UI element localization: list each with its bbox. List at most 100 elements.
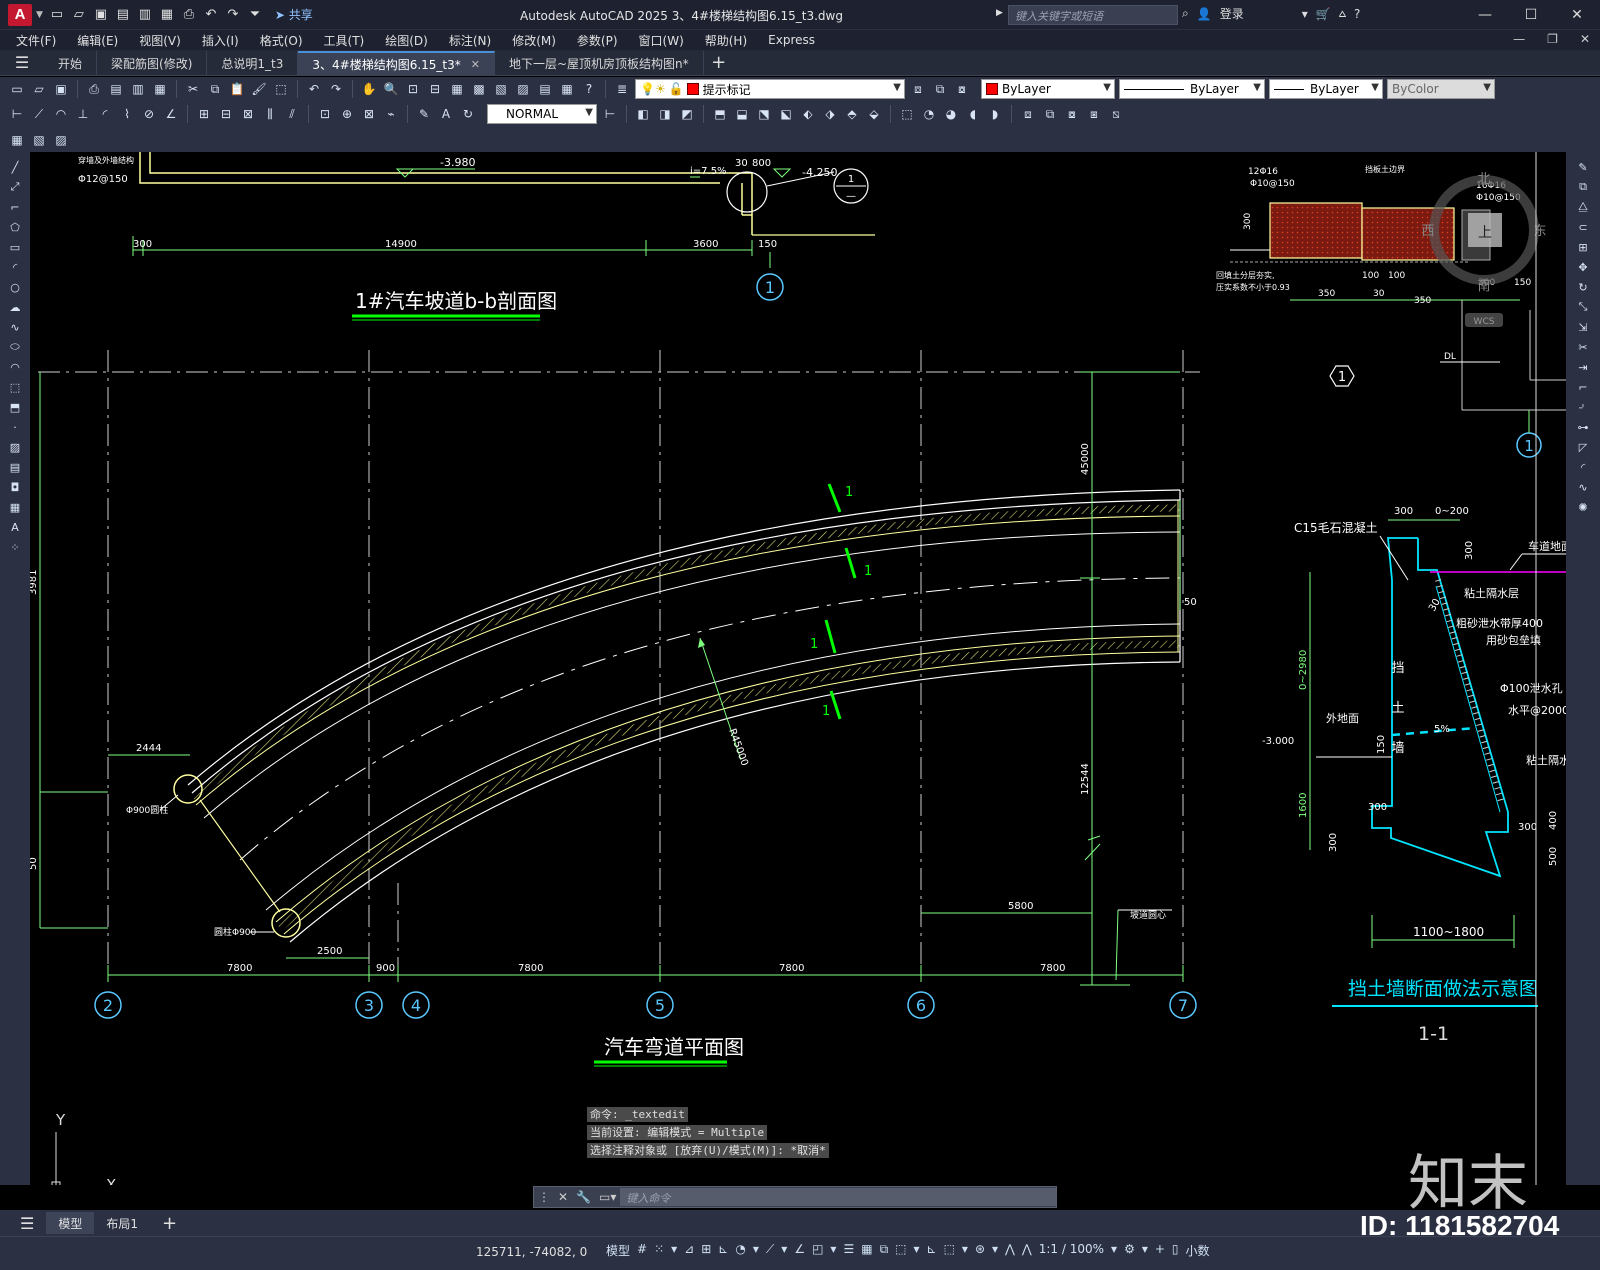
- app-menu-button[interactable]: A: [8, 3, 32, 26]
- tab-basement-roof[interactable]: 地下一层~屋顶机房顶板结构图n*: [495, 51, 704, 75]
- attribute-edit-icon[interactable]: ▦: [8, 131, 26, 149]
- paste-icon[interactable]: 📋: [228, 80, 246, 98]
- circle-icon[interactable]: ○: [6, 278, 24, 296]
- infer-icon[interactable]: ⊿: [684, 1242, 694, 1259]
- copy-icon[interactable]: ⧉: [206, 80, 224, 98]
- customize-icon[interactable]: ⏷: [247, 7, 263, 23]
- cursor-coordinates[interactable]: 125711, -74082, 0: [476, 1245, 587, 1259]
- chevron-down-icon[interactable]: ▾: [753, 1242, 759, 1259]
- close-icon[interactable]: ✕: [554, 1190, 572, 1204]
- radius-dim-icon[interactable]: ◜: [96, 105, 114, 123]
- gizmo-icon[interactable]: ⊛: [975, 1242, 985, 1259]
- center-mark-icon[interactable]: ⊕: [338, 105, 356, 123]
- fillet-icon[interactable]: ◜: [1574, 458, 1592, 476]
- gradient-icon[interactable]: ▤: [6, 458, 24, 476]
- viewcube-west[interactable]: 西: [1421, 224, 1434, 239]
- otrack-icon[interactable]: ∠: [794, 1242, 805, 1259]
- tab-model[interactable]: 模型: [46, 1212, 95, 1234]
- block-attr-icon[interactable]: ▧: [30, 131, 48, 149]
- units-value[interactable]: 小数: [1186, 1242, 1210, 1259]
- gear-icon[interactable]: ⚙: [1124, 1242, 1135, 1259]
- menu-insert[interactable]: 插入(I): [202, 32, 239, 49]
- thicken-icon[interactable]: ⬙: [865, 105, 883, 123]
- dim-text-edit-icon[interactable]: A: [437, 105, 455, 123]
- chamfer-edge-icon[interactable]: ◕: [942, 105, 960, 123]
- menu-window[interactable]: 窗口(W): [639, 32, 684, 49]
- chevron-down-icon[interactable]: ▾: [781, 1242, 787, 1259]
- polyline-icon[interactable]: ⌐: [6, 198, 24, 216]
- sign-in-button[interactable]: 登录: [1220, 5, 1244, 22]
- save-web-icon[interactable]: ▦: [159, 7, 175, 23]
- layer-state-icon[interactable]: ⧇: [953, 80, 971, 98]
- share-button[interactable]: ➤ 共享: [275, 6, 313, 23]
- viewcube-top[interactable]: 上: [1478, 225, 1492, 241]
- zoom-realtime-icon[interactable]: 🔍: [382, 80, 400, 98]
- open-icon[interactable]: ▱: [30, 80, 48, 98]
- angular-dim-icon[interactable]: ∠: [162, 105, 180, 123]
- table-icon[interactable]: ▦: [6, 498, 24, 516]
- autodesk-app-icon[interactable]: ⩟: [1339, 6, 1346, 21]
- publish-icon[interactable]: ▥: [129, 80, 147, 98]
- chevron-down-icon[interactable]: ▼: [36, 10, 43, 20]
- union-icon[interactable]: ◨: [656, 105, 674, 123]
- open-icon[interactable]: ▱: [71, 7, 87, 23]
- ellipse-arc-icon[interactable]: ◠: [6, 358, 24, 376]
- pan-icon[interactable]: ✋: [360, 80, 378, 98]
- chevron-down-icon[interactable]: ▾: [913, 1242, 919, 1259]
- array-icon[interactable]: ⊞: [1574, 238, 1592, 256]
- chevron-down-icon[interactable]: ▾: [1302, 7, 1308, 21]
- chevron-down-icon[interactable]: ▾: [1142, 1242, 1148, 1259]
- wrench-icon[interactable]: 🔧: [572, 1190, 595, 1204]
- plus-icon[interactable]: +: [1155, 1242, 1165, 1259]
- baseline-icon[interactable]: ⊟: [217, 105, 235, 123]
- dynamic-input-icon[interactable]: ⊞: [701, 1242, 711, 1259]
- insert-block-icon[interactable]: ⬚: [6, 378, 24, 396]
- lineweight-dropdown[interactable]: ByLayer ▼: [1269, 79, 1383, 99]
- menu-view[interactable]: 视图(V): [139, 32, 181, 49]
- menu-draw[interactable]: 绘图(D): [385, 32, 428, 49]
- tool-palette-icon[interactable]: ▧: [492, 80, 510, 98]
- grid-icon[interactable]: #: [637, 1242, 647, 1259]
- chamfer-icon[interactable]: ◸: [1574, 438, 1592, 456]
- section-icon[interactable]: ⬘: [843, 105, 861, 123]
- plot-icon[interactable]: ⎙: [181, 7, 197, 23]
- mtext-icon[interactable]: A: [6, 518, 24, 536]
- menu-tools[interactable]: 工具(T): [324, 32, 365, 49]
- add-selected-icon[interactable]: ⁘: [6, 538, 24, 556]
- search-input[interactable]: 键入关键字或短语: [1008, 5, 1178, 25]
- maximize-icon[interactable]: ☐: [1508, 0, 1554, 30]
- menu-help[interactable]: 帮助(H): [705, 32, 747, 49]
- ordinate-icon[interactable]: ⊥: [74, 105, 92, 123]
- spline-icon[interactable]: ∿: [6, 318, 24, 336]
- mirror-icon[interactable]: ⧋: [1574, 198, 1592, 216]
- jog-line-icon[interactable]: ⌁: [382, 105, 400, 123]
- region-icon[interactable]: ◘: [6, 478, 24, 496]
- offset-icon[interactable]: ⊂: [1574, 218, 1592, 236]
- close-icon[interactable]: ✕: [1554, 0, 1600, 30]
- plot-icon[interactable]: ⎙: [85, 80, 103, 98]
- command-input[interactable]: 键入命令: [620, 1188, 1056, 1206]
- new-icon[interactable]: ▭: [8, 80, 26, 98]
- chevron-right-icon[interactable]: ▶: [996, 8, 1003, 18]
- dim-update-icon[interactable]: ↻: [459, 105, 477, 123]
- text-style-dropdown[interactable]: NORMAL ▼: [487, 104, 597, 124]
- fillet-edge-icon[interactable]: ◔: [920, 105, 938, 123]
- tab-layout1[interactable]: 布局1: [94, 1212, 150, 1234]
- separate-icon[interactable]: ◗: [986, 105, 1004, 123]
- command-prompt-icon[interactable]: ▭▾: [595, 1190, 620, 1204]
- interference-icon[interactable]: ⧅: [1107, 105, 1125, 123]
- annotation-scale[interactable]: 1:1 / 100%: [1039, 1242, 1104, 1259]
- polygon-icon[interactable]: ⬠: [6, 218, 24, 236]
- chevron-down-icon[interactable]: ▾: [830, 1242, 836, 1259]
- design-center-icon[interactable]: ▩: [470, 80, 488, 98]
- continue-icon[interactable]: ⊠: [239, 105, 257, 123]
- cart-icon[interactable]: 🛒: [1316, 7, 1331, 21]
- isodraft-icon[interactable]: ⟋: [766, 1242, 774, 1259]
- plotstyle-dropdown[interactable]: ByColor ▼: [1387, 79, 1495, 99]
- save-icon[interactable]: ▣: [93, 7, 109, 23]
- break-point-icon[interactable]: ⌐: [1574, 378, 1592, 396]
- wcs-menu[interactable]: WCS: [1474, 317, 1495, 327]
- revolve-icon[interactable]: ⬓: [733, 105, 751, 123]
- solid-edit-icon[interactable]: ◖: [964, 105, 982, 123]
- 3d-osnap-icon[interactable]: ⬚: [895, 1242, 906, 1259]
